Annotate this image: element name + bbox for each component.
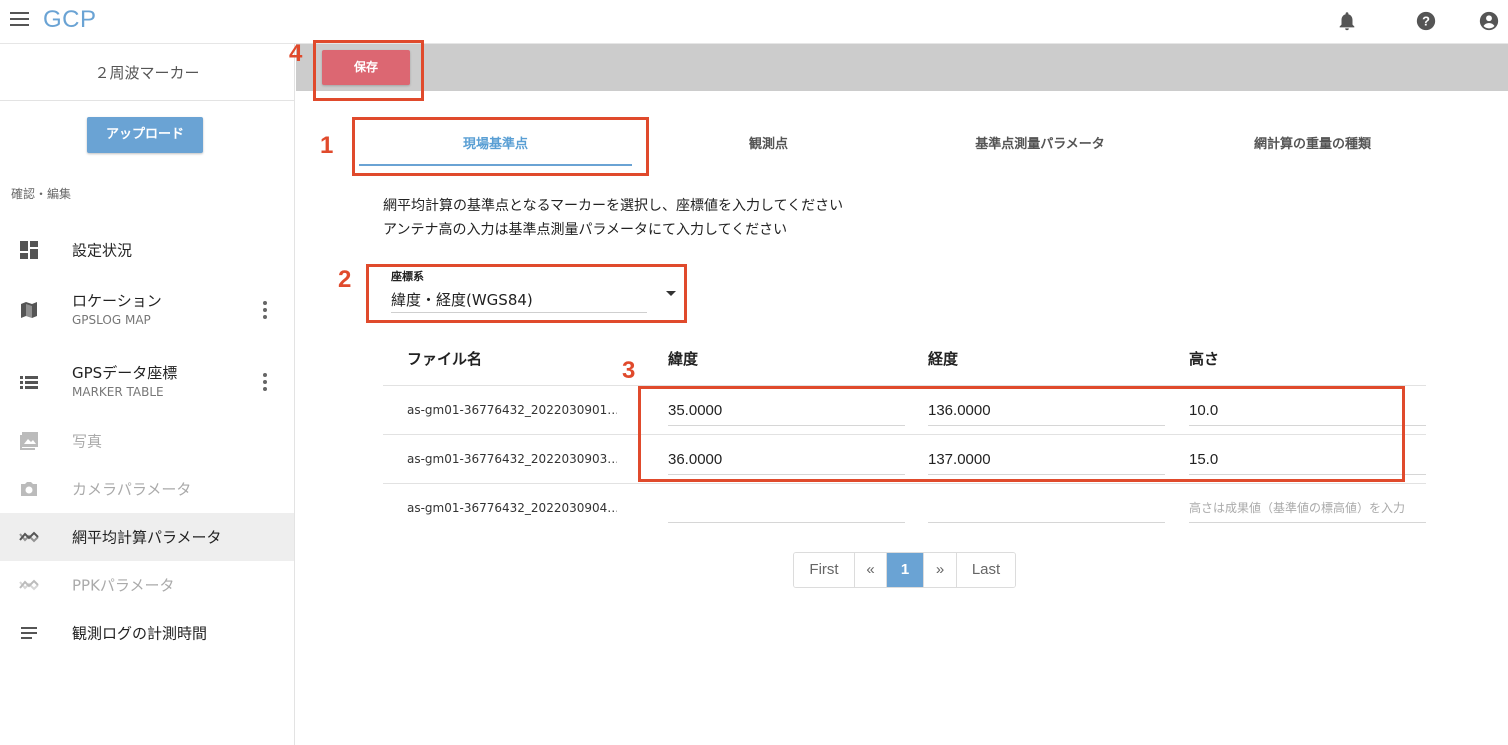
table-cell-file: as-gm01-36776432_2022030903… [407,452,617,466]
trend-icon [19,579,39,591]
sidebar-item-sublabel: GPSLOG MAP [72,313,151,327]
sidebar-item-label: カメラパラメータ [72,480,192,499]
annotation-number: 3 [622,357,636,384]
sidebar-item-label: 写真 [72,432,103,451]
divider [383,483,1426,484]
photo-icon [20,432,38,450]
sidebar-item-log-time[interactable]: 観測ログの計測時間 [0,609,294,657]
map-icon [21,302,37,318]
sidebar-item-label: 観測ログの計測時間 [72,624,208,643]
pagination: First « 1 » Last [793,552,1016,588]
column-header-lon: 経度 [928,350,959,368]
action-toolbar [296,44,1508,91]
sidebar-item-label: ロケーション [72,292,162,310]
more-vert-icon[interactable] [262,301,268,319]
sidebar-item-photos: 写真 [0,417,294,465]
page-last-button[interactable]: Last [957,553,1015,587]
sidebar: ２周波マーカー アップロード 確認・編集 設定状況 ロケーション GPSLOG … [0,44,295,745]
sidebar-item-settings-status[interactable]: 設定状況 [0,226,294,274]
sidebar-item-label: GPSデータ座標 [72,364,178,382]
instruction-text: アンテナ高の入力は基準点測量パラメータにて入力してください [383,222,788,238]
help-icon[interactable]: ? [1415,10,1437,32]
lon-input[interactable] [928,493,1165,523]
sidebar-item-network-params[interactable]: 網平均計算パラメータ [0,513,294,561]
account-circle-icon[interactable] [1478,10,1500,32]
project-name: ２周波マーカー [0,44,294,101]
page-next-button[interactable]: » [924,553,957,587]
annotation-box-2 [366,264,687,323]
annotation-box-4 [313,40,424,101]
column-header-lat: 緯度 [668,350,699,368]
annotation-box-1 [352,117,649,176]
tab-observation-points[interactable]: 観測点 [632,126,905,166]
instruction-text: 網平均計算の基準点となるマーカーを選択し、座標値を入力してください [383,198,844,214]
annotation-box-3 [638,386,1405,482]
section-label: 確認・編集 [11,187,72,201]
sidebar-item-label: 設定状況 [72,241,133,260]
app-title: GCP [43,6,97,33]
sidebar-item-label: PPKパラメータ [72,576,175,595]
hamburger-menu-icon[interactable] [10,12,29,28]
camera-icon [21,482,37,496]
trend-icon [19,531,39,543]
tab-survey-parameters[interactable]: 基準点測量パラメータ [905,126,1175,166]
notification-bell-icon[interactable] [1336,10,1358,32]
sidebar-item-gps-coords[interactable]: GPSデータ座標 MARKER TABLE [0,358,294,406]
page-first-button[interactable]: First [794,553,855,587]
annotation-number: 4 [289,40,303,67]
page-prev-button[interactable]: « [855,553,887,587]
sidebar-item-label: 網平均計算パラメータ [72,528,222,547]
svg-text:?: ? [1422,14,1430,29]
list-icon [20,376,38,389]
sidebar-item-camera-params: カメラパラメータ [0,465,294,513]
more-vert-icon[interactable] [262,373,268,391]
sidebar-item-ppk-params: PPKパラメータ [0,561,294,609]
annotation-number: 1 [320,132,334,159]
tab-weight-types[interactable]: 網計算の重量の種類 [1175,126,1450,166]
table-cell-file: as-gm01-36776432_2022030901… [407,403,617,417]
sidebar-item-location[interactable]: ロケーション GPSLOG MAP [0,286,294,334]
notes-icon [21,627,37,639]
lat-input[interactable] [668,493,905,523]
column-header-file: ファイル名 [407,350,483,368]
upload-button[interactable]: アップロード [87,117,203,153]
top-app-bar: GCP ? [0,0,1508,44]
sidebar-item-sublabel: MARKER TABLE [72,385,164,399]
dashboard-icon [20,241,38,259]
table-cell-file: as-gm01-36776432_2022030904… [407,501,617,515]
annotation-number: 2 [338,266,352,293]
column-header-height: 高さ [1189,350,1220,368]
page-current-button[interactable]: 1 [887,553,924,587]
height-input[interactable] [1189,493,1426,523]
